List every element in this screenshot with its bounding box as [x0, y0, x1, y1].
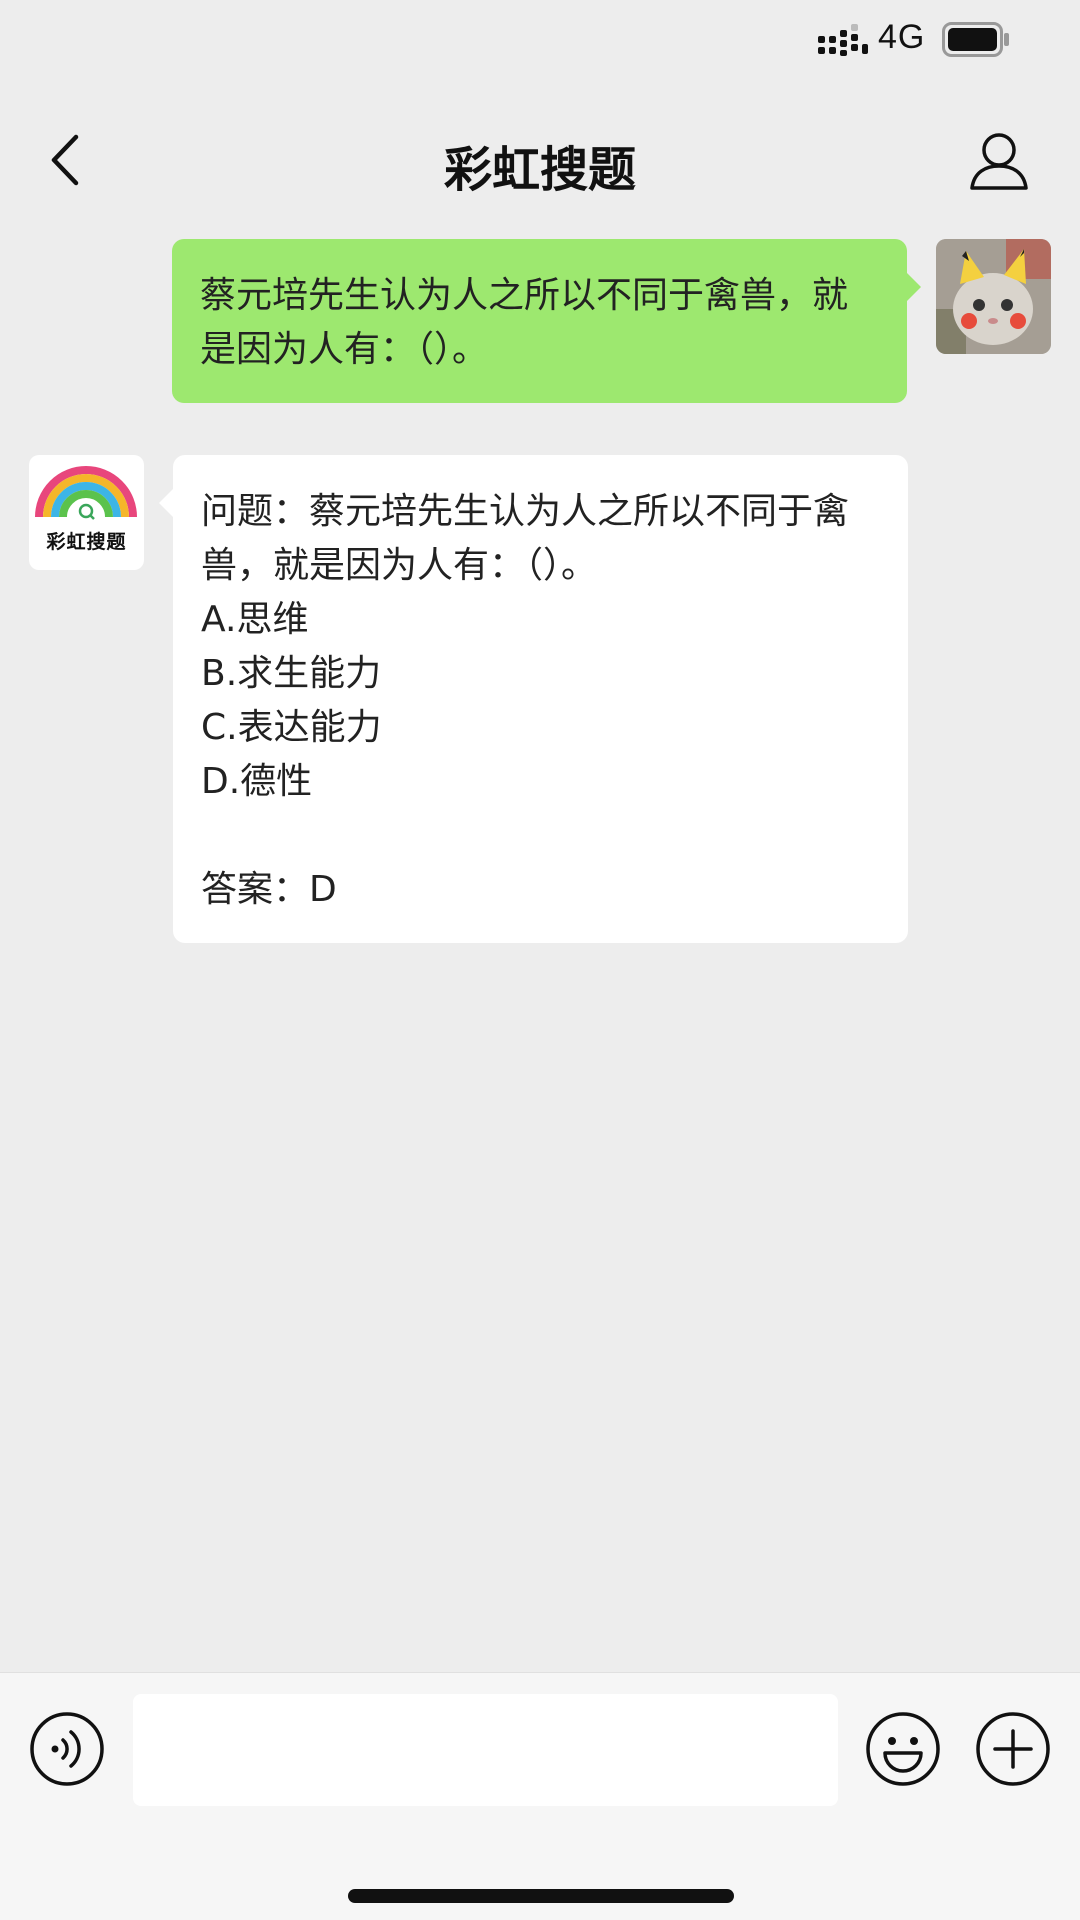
signal-icon: [818, 24, 868, 56]
person-icon[interactable]: [968, 130, 1030, 192]
incoming-message-bubble[interactable]: 问题：蔡元培先生认为人之所以不同于禽兽，就是因为人有：（）。 A.思维 B.求生…: [159, 455, 908, 943]
emoji-icon[interactable]: [865, 1711, 941, 1787]
home-indicator: [348, 1889, 734, 1903]
answer-text: 答案：D: [201, 869, 337, 910]
page-title: 彩虹搜题: [443, 142, 636, 198]
option-b: B.求生能力: [201, 653, 382, 694]
option-a: A.思维: [201, 599, 309, 640]
cat-photo-avatar: [936, 239, 1051, 354]
option-c: C.表达能力: [201, 707, 382, 748]
input-bar: [0, 1672, 1080, 1920]
nav-bar: 彩虹搜题: [0, 110, 1080, 210]
battery-icon: [942, 22, 1009, 57]
bot-avatar-label: 彩虹搜题: [46, 531, 127, 553]
option-d: D.德性: [201, 761, 313, 802]
message-input[interactable]: [133, 1694, 838, 1806]
question-text: 问题：蔡元培先生认为人之所以不同于禽兽，就是因为人有：（）。: [201, 491, 850, 586]
status-bar: 4G: [0, 0, 1080, 82]
bot-avatar[interactable]: 彩虹搜题: [29, 455, 144, 570]
voice-icon[interactable]: [29, 1711, 105, 1787]
user-avatar[interactable]: [936, 239, 1051, 354]
plus-icon[interactable]: [975, 1711, 1051, 1787]
outgoing-message-bubble[interactable]: 蔡元培先生认为人之所以不同于禽兽，就是因为人有：（）。: [172, 239, 921, 403]
network-label: 4G: [878, 18, 926, 56]
